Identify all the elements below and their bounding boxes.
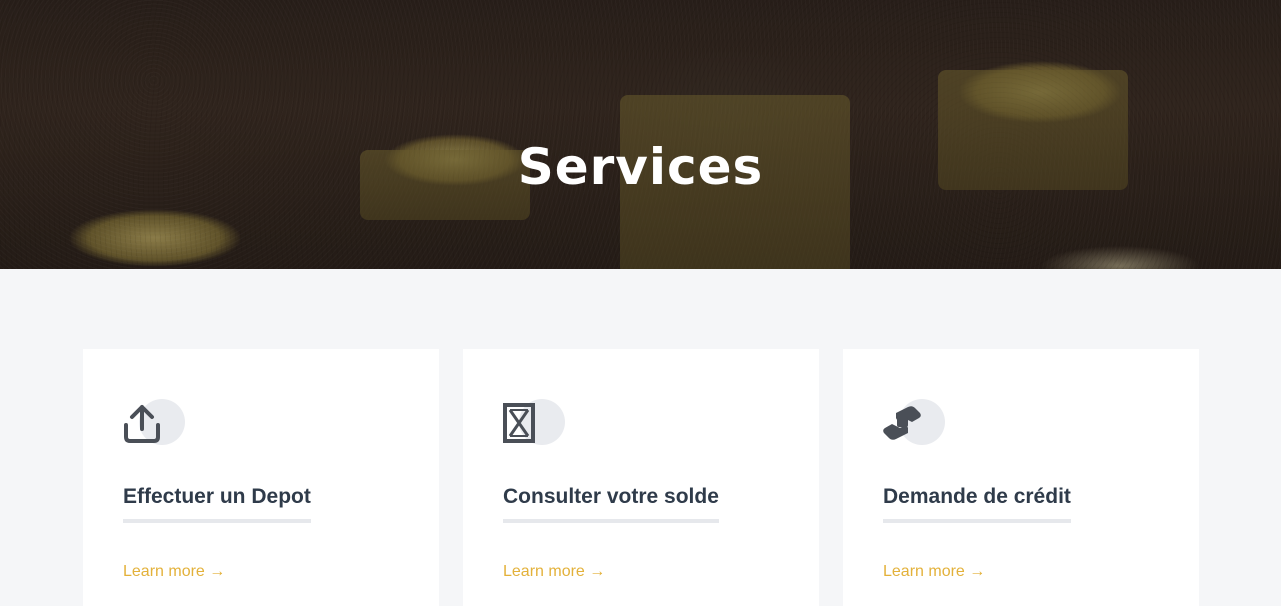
- service-card-depot: Effectuer un Depot Learn more →: [83, 349, 439, 606]
- services-list: Effectuer un Depot Learn more → Consulte…: [0, 349, 1281, 606]
- page-title: Services: [517, 138, 764, 196]
- service-title: Demande de crédit: [883, 485, 1071, 523]
- box-x-icon: [503, 403, 535, 443]
- upload-icon: [124, 405, 160, 443]
- hero-banner: Services: [0, 0, 1281, 269]
- service-icon-wrapper: [502, 399, 566, 447]
- service-card-solde: Consulter votre solde Learn more →: [463, 349, 819, 606]
- hero-overlay: [0, 0, 1281, 269]
- learn-more-link[interactable]: Learn more →: [503, 563, 605, 581]
- service-title: Effectuer un Depot: [123, 485, 311, 523]
- learn-more-link[interactable]: Learn more →: [123, 563, 225, 581]
- service-icon-wrapper: [122, 399, 186, 447]
- service-icon-wrapper: [882, 399, 946, 447]
- service-title: Consulter votre solde: [503, 485, 719, 523]
- service-card-credit: Demande de crédit Learn more →: [843, 349, 1199, 606]
- handshake-icon: [883, 406, 921, 440]
- learn-more-link[interactable]: Learn more →: [883, 563, 985, 581]
